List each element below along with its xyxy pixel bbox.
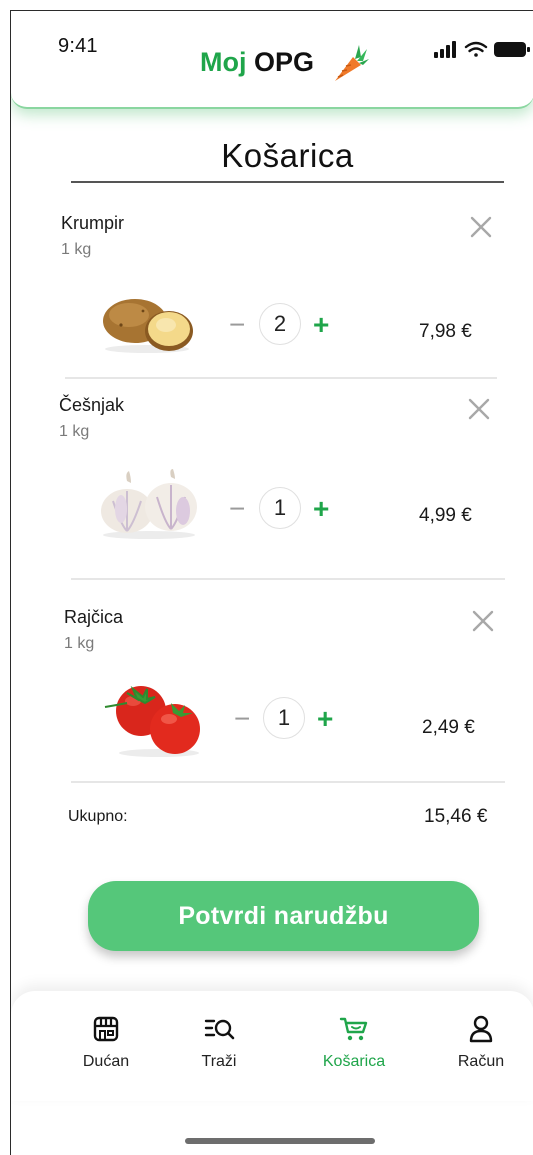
item-unit: 1 kg <box>61 241 92 258</box>
remove-item-icon[interactable] <box>467 397 491 421</box>
item-divider <box>71 578 505 580</box>
bottom-nav: Dućan Traži Košarica Račun <box>11 991 533 1101</box>
item-price: 4,99 € <box>419 505 472 526</box>
app-header: 9:41 Moj OPG <box>11 11 533 109</box>
garlic-image <box>101 469 197 539</box>
nav-label-account: Račun <box>457 1053 505 1070</box>
item-name: Češnjak <box>59 395 125 415</box>
increase-quantity-button[interactable]: + <box>313 495 329 523</box>
total-value: 15,46 € <box>424 806 488 827</box>
confirm-order-button[interactable]: Potvrdi narudžbu <box>88 881 479 951</box>
cart-item: Rajčica 1 kg − 1 + 2,49 € <box>11 605 533 795</box>
nav-item-cart[interactable]: Košarica <box>309 1015 399 1085</box>
nav-label-cart: Košarica <box>322 1053 386 1070</box>
decrease-quantity-button[interactable]: − <box>234 705 250 733</box>
user-icon <box>469 1015 493 1043</box>
wifi-icon <box>464 41 488 57</box>
logo-moj: Moj <box>200 47 247 77</box>
remove-item-icon[interactable] <box>469 215 493 239</box>
nav-label-search: Traži <box>201 1053 237 1070</box>
total-label: Ukupno: <box>68 808 128 825</box>
decrease-quantity-button[interactable]: − <box>229 495 245 523</box>
cart-item: Češnjak 1 kg − 1 + 4,99 € <box>11 393 533 583</box>
cart-item: Krumpir 1 kg − 2 + 7,98 € <box>11 207 533 387</box>
search-list-icon <box>204 1019 235 1040</box>
quantity-value[interactable]: 1 <box>263 697 305 739</box>
item-name: Rajčica <box>64 607 124 627</box>
page-title: Košarica <box>221 137 354 174</box>
store-icon <box>93 1016 119 1042</box>
decrease-quantity-button[interactable]: − <box>229 311 245 339</box>
logo-opg: OPG <box>254 47 315 77</box>
status-icons <box>434 41 530 58</box>
item-unit: 1 kg <box>64 635 95 652</box>
nav-item-account[interactable]: Račun <box>436 1015 526 1085</box>
nav-label-shop: Dućan <box>82 1053 130 1070</box>
item-unit: 1 kg <box>59 423 90 440</box>
item-name: Krumpir <box>61 213 125 233</box>
item-divider <box>71 781 505 783</box>
increase-quantity-button[interactable]: + <box>313 311 329 339</box>
potato-image <box>103 299 193 353</box>
title-underline <box>71 181 504 183</box>
item-price: 7,98 € <box>419 321 472 342</box>
quantity-value[interactable]: 2 <box>259 303 301 345</box>
cart-icon <box>339 1017 368 1041</box>
remove-item-icon[interactable] <box>471 609 495 633</box>
nav-item-search[interactable]: Traži <box>174 1015 264 1085</box>
home-indicator[interactable] <box>185 1138 375 1144</box>
carrot-icon <box>335 45 369 81</box>
item-price: 2,49 € <box>422 717 475 738</box>
item-divider <box>65 377 497 379</box>
quantity-value[interactable]: 1 <box>259 487 301 529</box>
status-time: 9:41 <box>58 35 98 57</box>
nav-item-shop[interactable]: Dućan <box>61 1015 151 1085</box>
app-screen: 9:41 Moj OPG Košarica Krumpir 1 kg − 2 +… <box>10 10 533 1155</box>
battery-icon <box>494 42 530 57</box>
signal-icon <box>434 41 456 58</box>
app-logo[interactable]: Moj OPG <box>200 47 314 78</box>
tomato-image <box>104 685 200 757</box>
increase-quantity-button[interactable]: + <box>317 705 333 733</box>
